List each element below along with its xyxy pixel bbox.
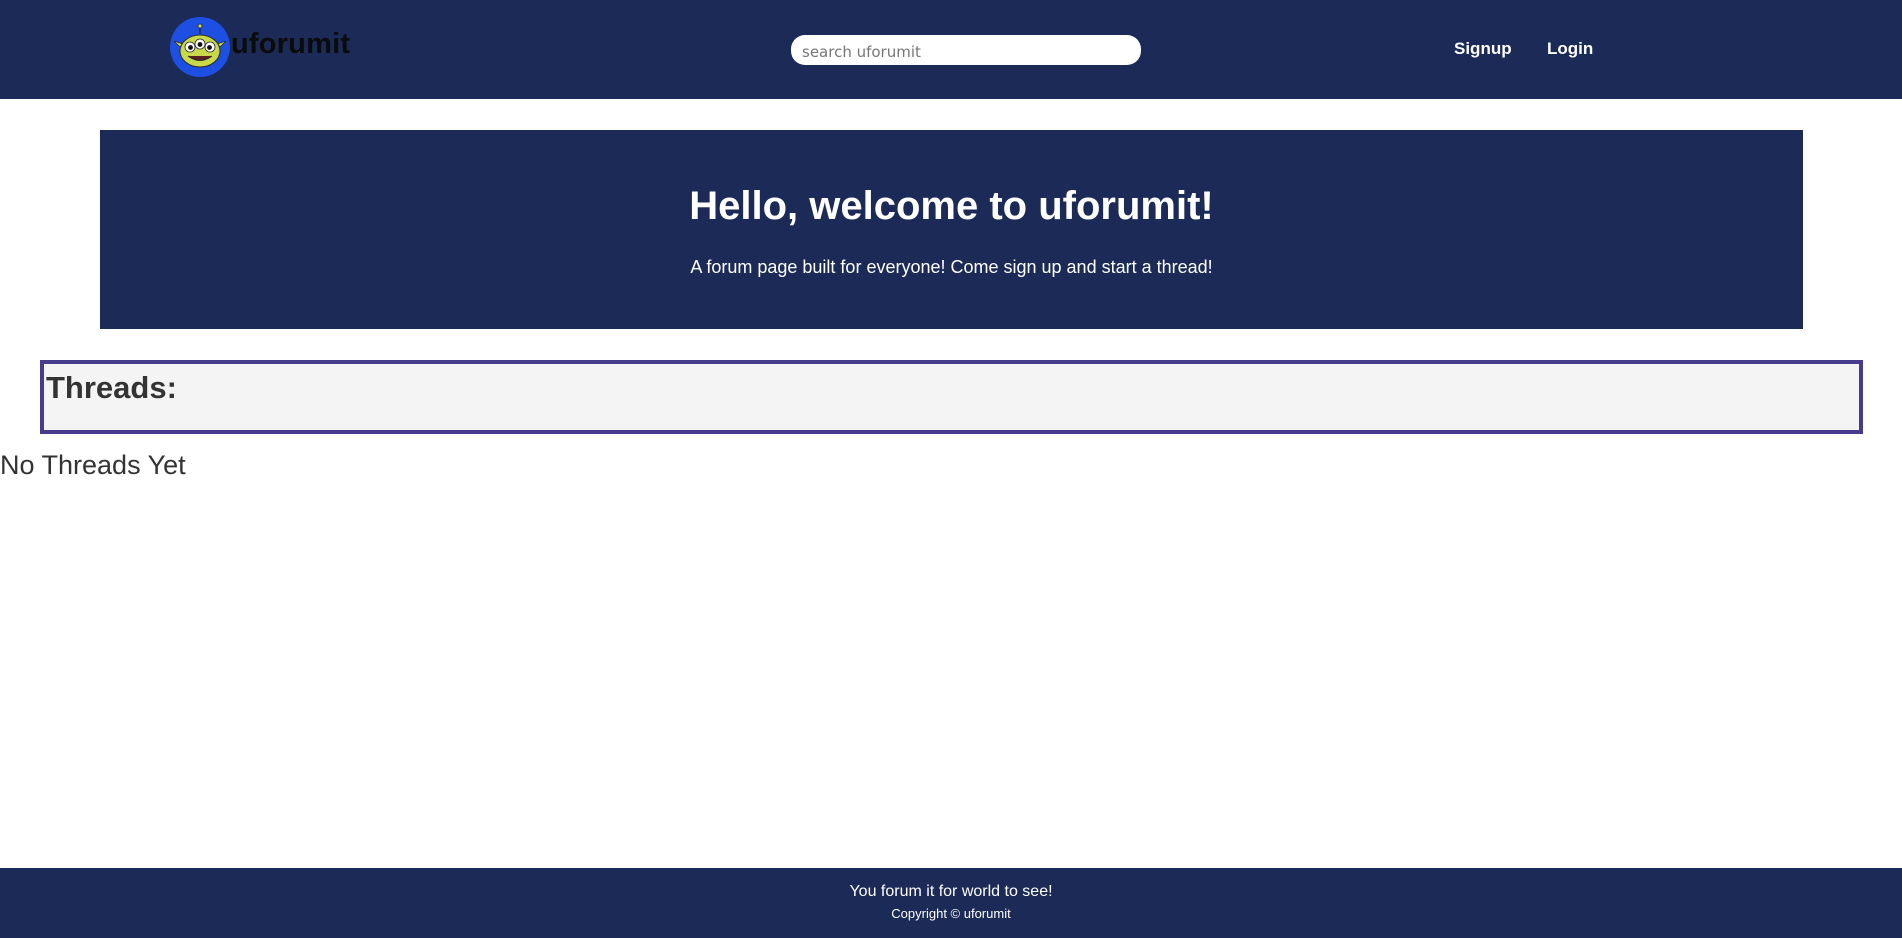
no-threads-message: No Threads Yet — [0, 450, 186, 480]
login-link[interactable]: Login — [1547, 39, 1593, 59]
brand-link[interactable]: uforumit — [170, 16, 350, 77]
hero-title: Hello, welcome to uforumit! — [689, 184, 1214, 228]
welcome-hero: Hello, welcome to uforumit! A forum page… — [100, 130, 1803, 329]
search-box — [791, 35, 1141, 65]
threads-header-box: Threads: — [40, 360, 1863, 434]
top-navbar: uforumit Signup Login — [0, 0, 1902, 99]
brand-name: uforumit — [231, 28, 351, 60]
alien-logo-icon — [170, 16, 230, 77]
footer-tagline: You forum it for world to see! — [849, 883, 1053, 900]
search-input[interactable] — [791, 35, 1141, 65]
page-footer: You forum it for world to see! Copyright… — [0, 868, 1902, 938]
footer-copyright: Copyright © uforumit — [891, 906, 1011, 921]
page: uforumit Signup Login Hello, welcome to … — [0, 0, 1902, 938]
threads-heading: Threads: — [46, 370, 177, 405]
hero-subtitle: A forum page built for everyone! Come si… — [690, 257, 1213, 277]
signup-link[interactable]: Signup — [1454, 39, 1512, 59]
